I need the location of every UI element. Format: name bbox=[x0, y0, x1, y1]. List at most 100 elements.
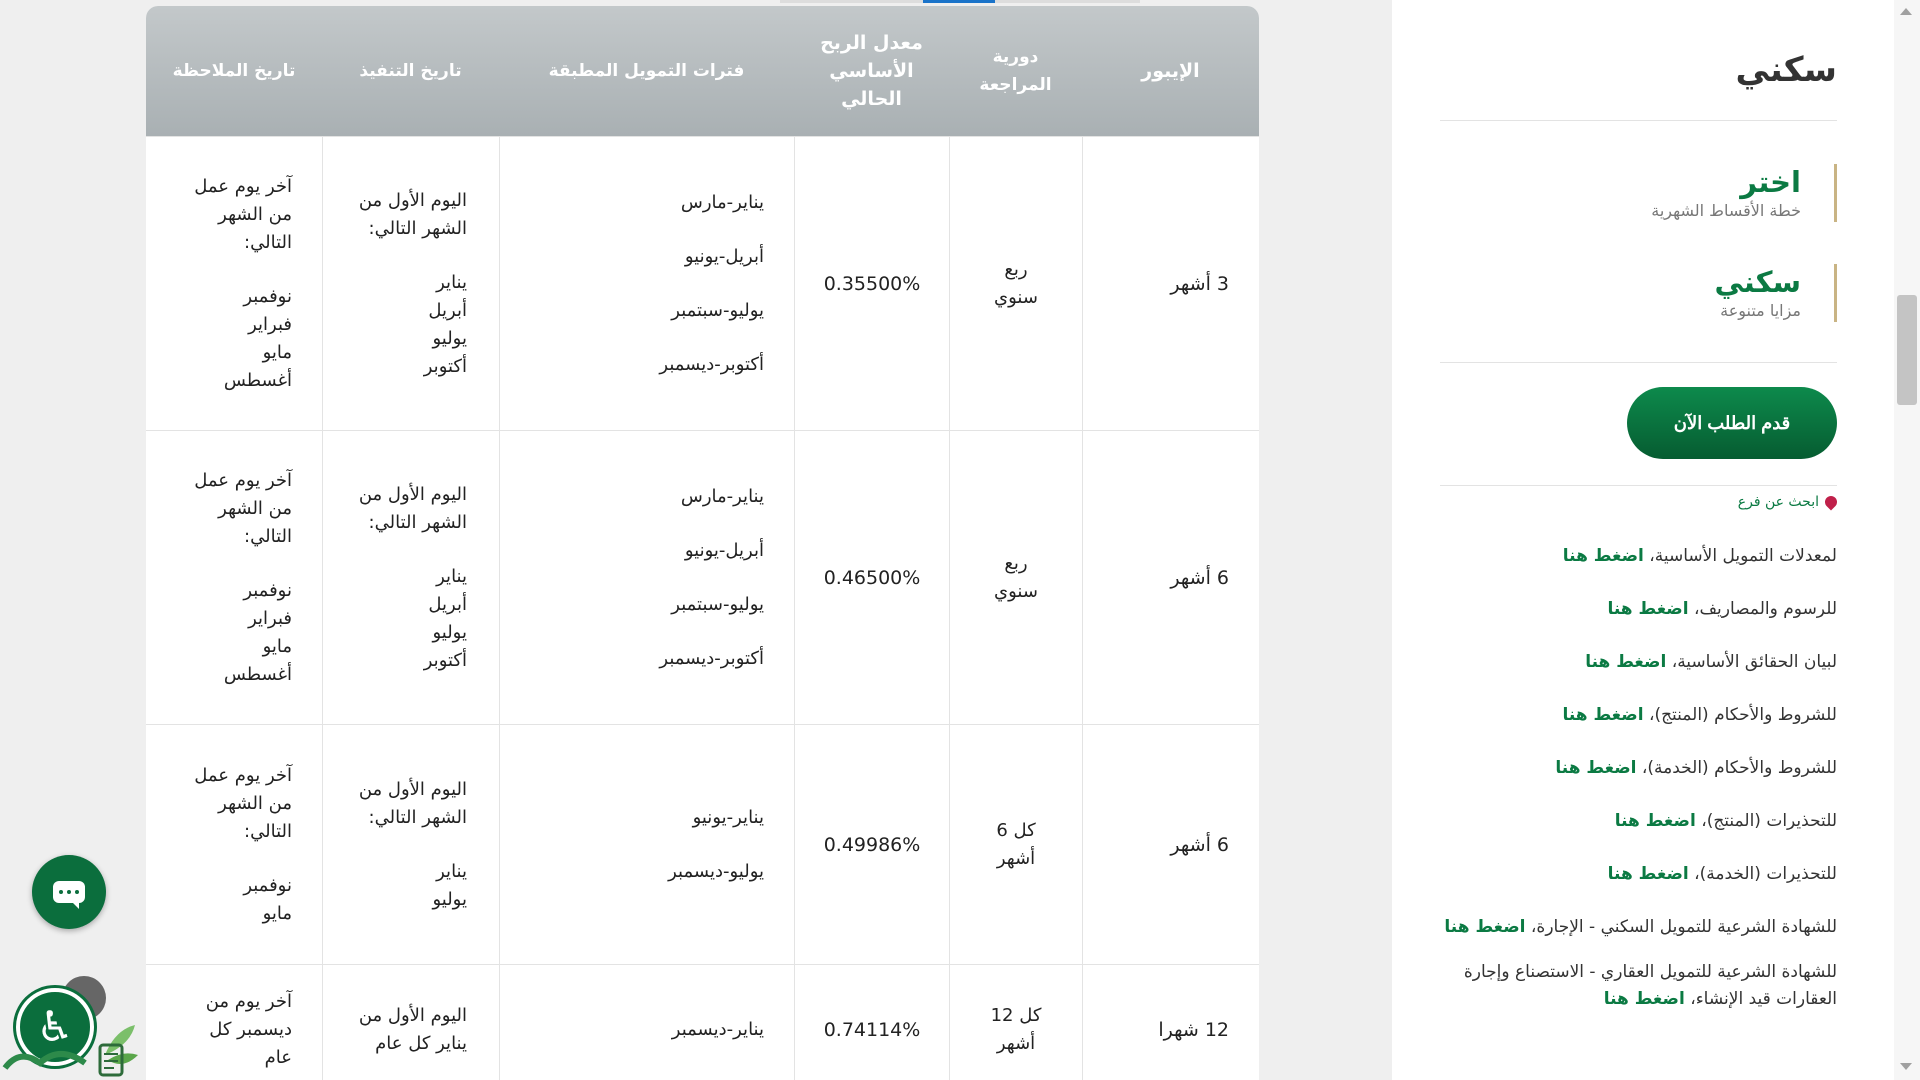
header-execution-date: تاريخ التنفيذ bbox=[359, 61, 462, 81]
period-item: أكتوبر-ديسمبر bbox=[659, 647, 764, 669]
rate-value: 0.46500% bbox=[823, 566, 921, 589]
rate-value: 0.74114% bbox=[823, 1018, 921, 1041]
observation-cell: آخر يوم عمل من الشهر التالي: نوفمبر فبراير ما… bbox=[146, 137, 322, 430]
table-row: 6 أشهر كل 6 أشهر 0.49986% يناير-يونيو يوليو-د… bbox=[146, 724, 1259, 964]
document-link-item: للشهادة الشرعية للتمويل السكني - الإجارة… bbox=[1440, 914, 1837, 941]
observation-line: أغسطس bbox=[223, 369, 292, 391]
choice-subtitle: مزايا متنوعة bbox=[1720, 301, 1801, 320]
observation-line: من الشهر bbox=[218, 792, 292, 814]
table-row: 3 أشهر ربع سنوي 0.35500% يناير-مارس أبريل-يون… bbox=[146, 136, 1259, 430]
choice-title: اختر bbox=[1740, 165, 1801, 199]
apply-now-button[interactable]: قدم الطلب الآن bbox=[1627, 387, 1837, 459]
execution-line: أكتوبر bbox=[423, 355, 467, 377]
observation-line: آخر يوم من bbox=[205, 990, 292, 1012]
execution-line: اليوم الأول من bbox=[358, 778, 467, 800]
scrollbar[interactable] bbox=[1894, 0, 1920, 1080]
document-link-item: للشروط والأحكام (المنتج)، اضغط هنا bbox=[1440, 702, 1837, 729]
ibor-value: 12 شهرا bbox=[1158, 1018, 1229, 1041]
execution-line: يناير كل عام bbox=[375, 1032, 467, 1054]
frequency-line: أشهر bbox=[996, 847, 1036, 869]
find-branch-link[interactable]: ابحث عن فرع bbox=[1440, 493, 1840, 511]
ibor-cell: 3 أشهر bbox=[1082, 137, 1259, 430]
period-item: أكتوبر-ديسمبر bbox=[659, 353, 764, 375]
execution-cell: اليوم الأول من يناير كل عام bbox=[322, 965, 499, 1080]
observation-line: نوفمبر bbox=[243, 874, 292, 896]
observation-line: مايو bbox=[262, 341, 292, 363]
rate-cell: 0.74114% bbox=[794, 965, 949, 1080]
periods-cell: يناير-مارس أبريل-يونيو يوليو-سبتمبر أكتوبر-… bbox=[499, 137, 794, 430]
execution-list: اليوم الأول من الشهر التالي: يناير أبريل يول… bbox=[359, 187, 467, 381]
execution-line: يوليو bbox=[432, 327, 467, 349]
rate-cell: 0.49986% bbox=[794, 725, 949, 964]
choice-subtitle: خطة الأقساط الشهرية bbox=[1651, 201, 1801, 220]
chat-bubble-icon bbox=[53, 881, 85, 909]
ibor-value: 6 أشهر bbox=[1170, 566, 1229, 589]
header-ibor: الإيبور bbox=[1141, 60, 1200, 82]
click-here-link[interactable]: اضغط هنا bbox=[1563, 546, 1644, 566]
ibor-cell: 6 أشهر bbox=[1082, 431, 1259, 724]
periods-list: يناير-ديسمبر bbox=[672, 1003, 764, 1057]
document-link-text: للتحذيرات (المنتج)، bbox=[1701, 811, 1837, 831]
click-here-link[interactable]: اضغط هنا bbox=[1615, 811, 1696, 831]
document-link-item: للرسوم والمصاريف، اضغط هنا bbox=[1440, 596, 1837, 623]
period-item: أبريل-يونيو bbox=[684, 245, 764, 267]
click-here-link[interactable]: اضغط هنا bbox=[1604, 989, 1685, 1009]
scrollbar-thumb[interactable] bbox=[1897, 295, 1917, 405]
observation-cell: آخر يوم من ديسمبر كل عام bbox=[146, 965, 322, 1080]
click-here-link[interactable]: اضغط هنا bbox=[1444, 917, 1525, 937]
scroll-up-arrow-icon[interactable] bbox=[1900, 8, 1912, 15]
execution-line: أبريل bbox=[428, 299, 467, 321]
divider bbox=[1440, 120, 1837, 121]
observation-line: مايو bbox=[262, 902, 292, 924]
observation-line: أغسطس bbox=[223, 663, 292, 685]
document-link-item: للشروط والأحكام (الخدمة)، اضغط هنا bbox=[1440, 755, 1837, 782]
periods-cell: يناير-مارس أبريل-يونيو يوليو-سبتمبر أكتوبر-… bbox=[499, 431, 794, 724]
observation-line: عام bbox=[264, 1046, 292, 1068]
click-here-link[interactable]: اضغط هنا bbox=[1607, 599, 1688, 619]
header-observation-date: تاريخ الملاحظة bbox=[172, 61, 296, 81]
observation-line: ديسمبر كل bbox=[209, 1018, 292, 1040]
chat-button[interactable] bbox=[32, 855, 106, 929]
header-base-rate: معدل الربح الأساسي الحالي bbox=[820, 32, 923, 110]
periods-cell: يناير-يونيو يوليو-ديسمبر bbox=[499, 725, 794, 964]
observation-line: التالي: bbox=[244, 820, 292, 842]
click-here-link[interactable]: اضغط هنا bbox=[1585, 652, 1666, 672]
period-item: يناير-يونيو bbox=[692, 806, 764, 828]
execution-line: يناير bbox=[436, 565, 467, 587]
rate-cell: 0.35500% bbox=[794, 137, 949, 430]
frequency-cell: كل 12 أشهر bbox=[949, 965, 1082, 1080]
header-financing-periods: فترات التمويل المطبقة bbox=[548, 61, 745, 81]
document-link-text: للشروط والأحكام (المنتج)، bbox=[1648, 705, 1837, 725]
document-link-item: لمعدلات التمويل الأساسية، اضغط هنا bbox=[1440, 543, 1837, 570]
observation-list: آخر يوم عمل من الشهر التالي: نوفمبر فبراير ما… bbox=[194, 467, 292, 689]
click-here-link[interactable]: اضغط هنا bbox=[1608, 864, 1689, 884]
observation-list: آخر يوم من ديسمبر كل عام bbox=[206, 988, 292, 1072]
choice-installment-plan[interactable]: اختر خطة الأقساط الشهرية bbox=[1440, 164, 1837, 222]
frequency-line: أشهر bbox=[996, 1032, 1036, 1054]
frequency-value: كل 6 أشهر bbox=[996, 817, 1035, 873]
frequency-line: كل 6 bbox=[996, 819, 1036, 841]
frequency-value: كل 12 أشهر bbox=[991, 1002, 1042, 1058]
frequency-value: ربع سنوي bbox=[994, 550, 1038, 606]
document-link-text: للشروط والأحكام (الخدمة)، bbox=[1641, 758, 1837, 778]
document-link-text: لبيان الحقائق الأساسية، bbox=[1671, 652, 1837, 672]
click-here-link[interactable]: اضغط هنا bbox=[1555, 758, 1636, 778]
period-item: يوليو-سبتمبر bbox=[671, 593, 764, 615]
observation-line: مايو bbox=[262, 635, 292, 657]
execution-line: أكتوبر bbox=[423, 649, 467, 671]
document-link-item: للتحذيرات (الخدمة)، اضغط هنا bbox=[1440, 861, 1837, 888]
click-here-link[interactable]: اضغط هنا bbox=[1562, 705, 1643, 725]
divider bbox=[1440, 485, 1837, 486]
frequency-line: ربع bbox=[1004, 552, 1028, 574]
scroll-down-arrow-icon[interactable] bbox=[1900, 1063, 1912, 1070]
frequency-cell: ربع سنوي bbox=[949, 431, 1082, 724]
execution-line: اليوم الأول من bbox=[358, 189, 467, 211]
execution-cell: اليوم الأول من الشهر التالي: يناير أبريل يول… bbox=[322, 431, 499, 724]
choice-sakani[interactable]: سكني مزايا متنوعة bbox=[1440, 264, 1837, 322]
watermark-logo bbox=[2, 1025, 138, 1077]
execution-list: اليوم الأول من الشهر التالي: يناير أبريل يول… bbox=[359, 481, 467, 675]
ibor-cell: 12 شهرا bbox=[1082, 965, 1259, 1080]
frequency-line: كل 12 bbox=[990, 1004, 1042, 1026]
execution-line: الشهر التالي: bbox=[368, 217, 467, 239]
find-branch-label: ابحث عن فرع bbox=[1737, 494, 1819, 510]
